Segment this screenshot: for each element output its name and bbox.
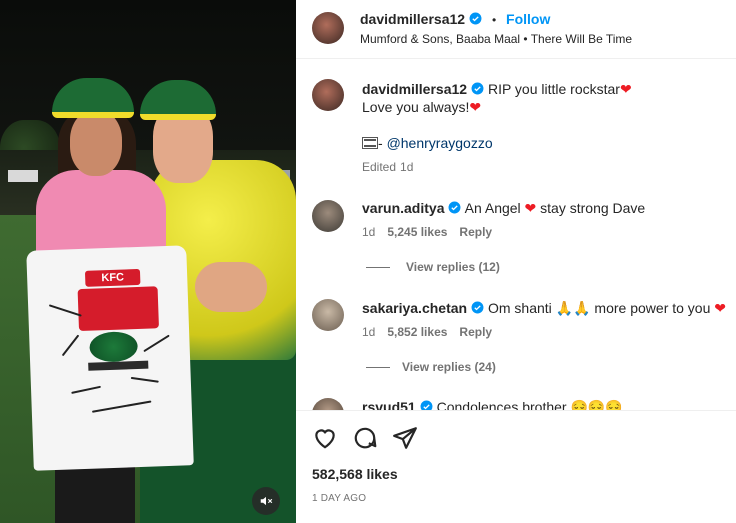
heart-emoji: ❤ — [524, 200, 537, 216]
replies-divider — [366, 367, 390, 369]
caption-username[interactable]: davidmillersa12 — [362, 81, 467, 97]
post-date: 1 DAY AGO — [312, 493, 367, 504]
post-panel: davidmillersa12 • Follow Mumford & Sons,… — [296, 0, 736, 523]
comment-meta: 1d 5,852 likes Reply — [362, 325, 504, 339]
comment-text: Om shanti — [487, 300, 556, 316]
comment-username[interactable]: varun.aditya — [362, 200, 444, 216]
mute-button[interactable] — [252, 487, 280, 515]
verified-icon — [471, 82, 484, 95]
post-header: davidmillersa12 • Follow Mumford & Sons,… — [296, 0, 736, 59]
reply-button[interactable]: Reply — [459, 325, 492, 339]
replies-divider — [366, 267, 390, 269]
post-actions: 582,568 likes 1 DAY AGO — [296, 410, 736, 523]
comments-list[interactable]: davidmillersa12 RIP you little rockstar❤… — [296, 60, 736, 410]
verified-icon — [469, 12, 482, 25]
comment-likes[interactable]: 5,852 likes — [387, 325, 447, 339]
likes-count[interactable]: 582,568 likes — [312, 466, 398, 482]
comment-text-end: more power to you — [590, 300, 715, 316]
heart-emoji: ❤ — [469, 99, 482, 115]
avatar[interactable] — [312, 12, 344, 44]
cricket-ball-graphic — [89, 331, 139, 363]
view-replies[interactable]: View replies (24) — [366, 360, 508, 374]
avatar[interactable] — [312, 299, 344, 331]
caption-text-1: RIP you little rockstar — [487, 81, 620, 97]
caption: davidmillersa12 RIP you little rockstar❤… — [362, 80, 722, 116]
audio-track[interactable]: Mumford & Sons, Baaba Maal • There Will … — [360, 32, 632, 46]
mute-icon — [260, 496, 273, 506]
signature — [61, 334, 80, 357]
view-replies[interactable]: View replies (12) — [366, 260, 512, 274]
view-replies-label[interactable]: View replies (12) — [406, 260, 500, 274]
mini-cricket-logo — [77, 286, 159, 332]
jersey-logo: KFC — [84, 268, 141, 287]
verified-icon — [449, 201, 461, 214]
heart-icon[interactable] — [312, 425, 338, 451]
child-face — [70, 110, 122, 176]
heart-emoji: ❤ — [619, 81, 632, 97]
post-author-username[interactable]: davidmillersa12 — [360, 11, 465, 27]
comment-age: 1d — [362, 225, 376, 239]
comment-username[interactable]: sakariya.chetan — [362, 300, 467, 316]
film-icon — [362, 137, 378, 149]
signed-jersey: KFC — [26, 245, 194, 471]
edited-label: Edited — [362, 160, 397, 174]
avatar[interactable] — [312, 79, 344, 111]
comment-text-end: stay strong Dave — [536, 200, 646, 216]
caption-age: 1d — [400, 160, 414, 174]
header-title-row: davidmillersa12 • Follow — [360, 11, 550, 27]
caption-meta: Edited 1d — [362, 160, 425, 174]
heart-emoji: ❤ — [714, 300, 727, 316]
view-replies-label[interactable]: View replies (24) — [402, 360, 496, 374]
player-arm — [195, 262, 267, 312]
comment: varun.aditya An Angel ❤ stay strong Dave — [362, 200, 645, 217]
credit-prefix: - — [378, 135, 387, 151]
comment: sakariya.chetan Om shanti 🙏🙏 more power … — [362, 300, 726, 317]
signature — [48, 304, 82, 317]
comment-text: An Angel — [464, 200, 525, 216]
follow-button[interactable]: Follow — [506, 11, 550, 27]
caption-text-2: Love you always! — [362, 99, 470, 115]
signature — [130, 376, 159, 383]
post-media[interactable]: KFC — [0, 0, 296, 523]
share-icon[interactable] — [392, 425, 418, 451]
post-photo: KFC — [0, 0, 296, 523]
separator-dot: • — [491, 13, 497, 27]
comment: rsvud51 Condolences brother 😔😔😔 — [362, 399, 623, 410]
signature — [71, 385, 101, 394]
reply-button[interactable]: Reply — [459, 225, 492, 239]
cricket-wordmark — [88, 360, 149, 371]
sad-face-icon: 😔😔😔 — [570, 399, 623, 410]
verified-icon — [471, 301, 484, 314]
comment-age: 1d — [362, 325, 376, 339]
avatar[interactable] — [312, 398, 344, 410]
signature — [143, 334, 170, 353]
verified-icon — [420, 400, 433, 410]
caption-credit: - @henryraygozzo — [362, 135, 493, 151]
comment-text: Condolences brother — [436, 399, 571, 410]
ad-board — [8, 170, 38, 182]
credit-handle[interactable]: @henryraygozzo — [387, 135, 493, 151]
comment-meta: 1d 5,245 likes Reply — [362, 225, 504, 239]
comment-likes[interactable]: 5,245 likes — [387, 225, 447, 239]
comment-username[interactable]: rsvud51 — [362, 399, 416, 410]
avatar[interactable] — [312, 200, 344, 232]
comment-icon[interactable] — [352, 425, 378, 451]
praying-hands-icon: 🙏🙏 — [555, 300, 591, 316]
signature — [91, 400, 152, 413]
